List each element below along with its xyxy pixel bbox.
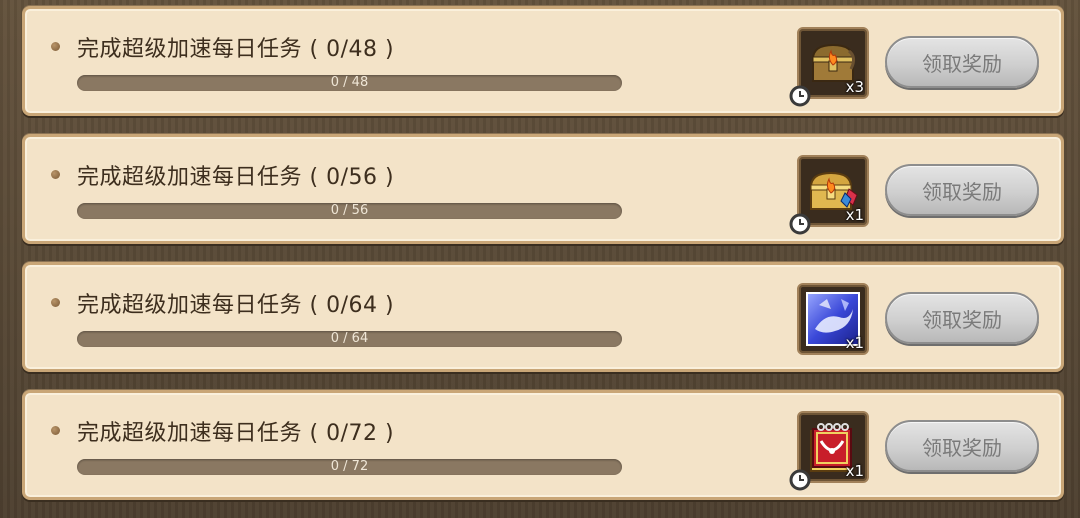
task-title: 完成超级加速每日任务 ( 0/64 ): [77, 293, 395, 318]
task-card: 完成超级加速每日任务 ( 0/56 ) 0 / 56 x1 领取奖励: [22, 134, 1064, 244]
bullet-icon: [51, 170, 60, 179]
progress-bar: 0 / 64: [77, 331, 622, 347]
reward-quantity: x1: [845, 206, 864, 224]
clock-icon: [789, 85, 811, 107]
progress-bar: 0 / 48: [77, 75, 622, 91]
reward-slot[interactable]: x1: [789, 155, 869, 235]
claim-reward-button[interactable]: 领取奖励: [885, 36, 1039, 88]
task-title: 完成超级加速每日任务 ( 0/48 ): [77, 37, 395, 62]
bullet-icon: [51, 42, 60, 51]
clock-icon: [789, 469, 811, 491]
bullet-icon: [51, 426, 60, 435]
progress-text: 0 / 48: [330, 75, 369, 90]
progress-text: 0 / 72: [330, 459, 369, 474]
claim-reward-button[interactable]: 领取奖励: [885, 292, 1039, 344]
progress-bar: 0 / 72: [77, 459, 622, 475]
reward-slot[interactable]: x1: [789, 411, 869, 491]
task-title: 完成超级加速每日任务 ( 0/56 ): [77, 165, 395, 190]
task-card: 完成超级加速每日任务 ( 0/72 ) 0 / 72 x1 领取奖励: [22, 390, 1064, 500]
task-list: 完成超级加速每日任务 ( 0/48 ) 0 / 48 x3 领取奖励 完成超级加…: [22, 6, 1064, 500]
claim-reward-button[interactable]: 领取奖励: [885, 420, 1039, 472]
progress-text: 0 / 56: [330, 203, 369, 218]
reward-quantity: x1: [845, 334, 864, 352]
task-title: 完成超级加速每日任务 ( 0/72 ): [77, 421, 395, 446]
reward-slot[interactable]: x3: [789, 27, 869, 107]
bullet-icon: [51, 298, 60, 307]
clock-icon: [789, 213, 811, 235]
reward-slot[interactable]: x1: [797, 283, 869, 355]
task-card: 完成超级加速每日任务 ( 0/48 ) 0 / 48 x3 领取奖励: [22, 6, 1064, 116]
reward-quantity: x1: [845, 462, 864, 480]
claim-reward-button[interactable]: 领取奖励: [885, 164, 1039, 216]
task-card: 完成超级加速每日任务 ( 0/64 ) 0 / 64 x1 领取奖励: [22, 262, 1064, 372]
progress-text: 0 / 64: [330, 331, 369, 346]
reward-quantity: x3: [845, 78, 864, 96]
progress-bar: 0 / 56: [77, 203, 622, 219]
